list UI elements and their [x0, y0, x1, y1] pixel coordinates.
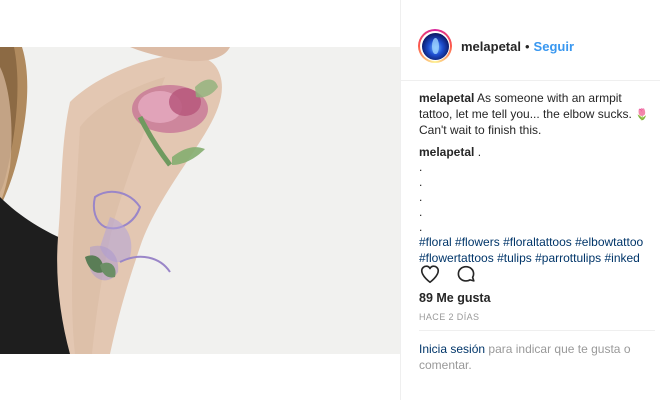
follow-button[interactable]: Seguir — [534, 39, 574, 54]
comment-dot: . — [419, 175, 423, 189]
comment-dot: . — [419, 220, 423, 234]
comment: melapetal . . . . . . #floral #flowers #… — [419, 145, 655, 267]
comment-dot: . — [419, 190, 423, 204]
avatar[interactable] — [418, 29, 452, 63]
login-link[interactable]: Inicia sesión — [419, 342, 485, 356]
login-prompt: Inicia sesión para indicar que te gusta … — [419, 341, 655, 373]
tattooed-arm-illustration — [0, 47, 400, 354]
comment-author[interactable]: melapetal — [419, 145, 474, 159]
comment-dot: . — [419, 160, 423, 174]
comment-icon — [457, 265, 475, 282]
separator-dot: • — [524, 38, 530, 54]
likes-count[interactable]: 89 Me gusta — [419, 291, 491, 305]
caption-author[interactable]: melapetal — [419, 91, 474, 105]
post-header: melapetal • Seguir — [401, 18, 660, 74]
hashtag-link[interactable]: #floral — [419, 235, 452, 249]
footer-divider — [419, 330, 655, 331]
post-username[interactable]: melapetal — [461, 39, 521, 54]
comment-dot: . — [419, 205, 423, 219]
caption-area: melapetal As someone with an armpit tatt… — [419, 91, 655, 266]
post-sidebar: melapetal • Seguir melapetal As someone … — [400, 0, 660, 400]
caption-text-after: Can't wait to finish this. — [419, 123, 542, 137]
like-button[interactable] — [418, 262, 442, 286]
avatar-icon — [421, 32, 449, 60]
hashtag-link[interactable]: #floraltattoos — [503, 235, 572, 249]
caption: melapetal As someone with an armpit tatt… — [419, 91, 655, 139]
hashtag-link[interactable]: #flowers — [455, 235, 500, 249]
comment-text: . — [477, 144, 482, 159]
post-actions — [418, 262, 648, 286]
comment-button[interactable] — [454, 262, 478, 286]
tulip-emoji: 🌷 — [635, 108, 649, 121]
header-divider — [401, 80, 660, 81]
avatar-border — [420, 31, 450, 61]
heart-icon — [420, 265, 440, 284]
post-timestamp: HACE 2 DÍAS — [419, 312, 480, 322]
hashtag-link[interactable]: #elbowtattoo — [575, 235, 643, 249]
post-photo[interactable] — [0, 47, 400, 354]
